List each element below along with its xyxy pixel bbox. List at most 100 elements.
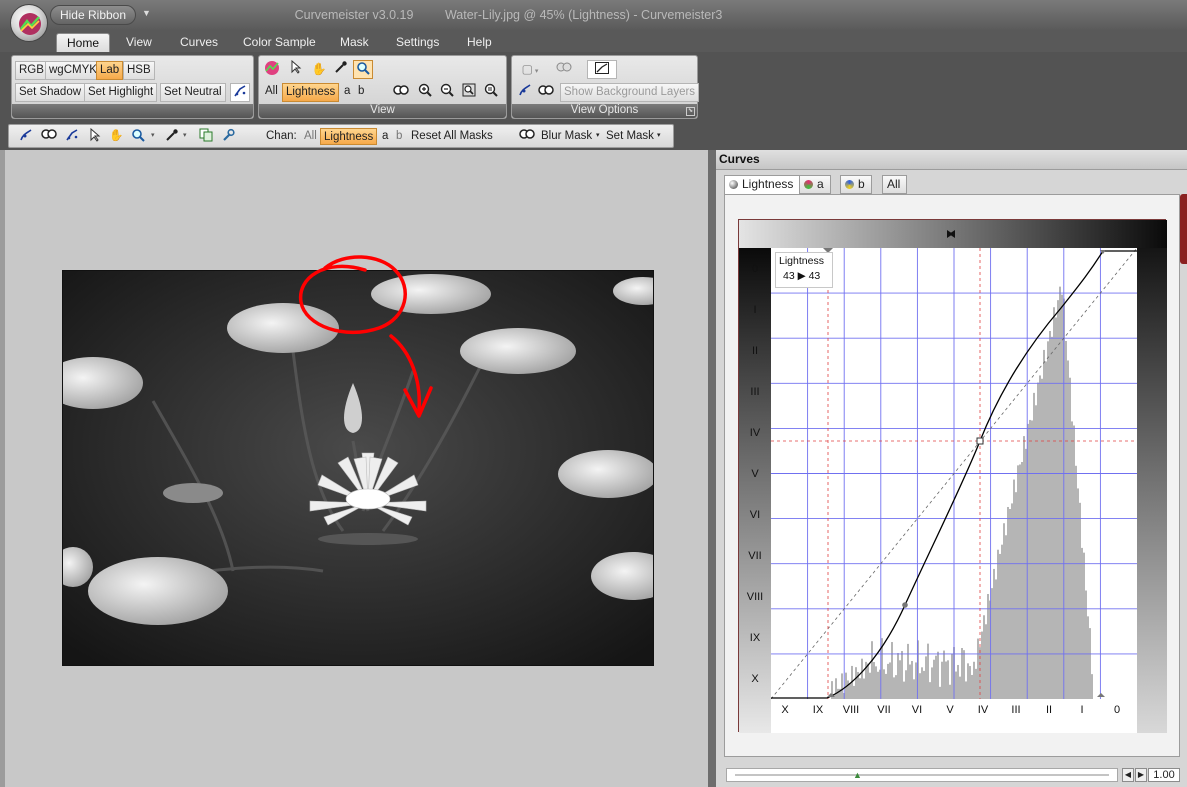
x-axis-label: III [1011, 704, 1021, 716]
wrench-icon[interactable] [221, 128, 235, 145]
zoom-in-icon[interactable] [415, 83, 435, 102]
histogram-bar [1067, 360, 1069, 699]
view-channel-b[interactable]: b [355, 83, 367, 102]
histogram-bar [871, 641, 873, 699]
chan-all[interactable]: All [304, 128, 317, 145]
tab-mask[interactable]: Mask [330, 33, 379, 52]
set-highlight-button[interactable]: Set Highlight [84, 83, 158, 102]
blur-mask-icon[interactable] [519, 128, 535, 145]
histogram-bar [987, 594, 989, 699]
mask-tool-icon[interactable] [41, 128, 57, 145]
histogram-view-icon[interactable] [587, 60, 617, 79]
view-channel-a[interactable]: a [341, 83, 353, 102]
eyedropper-dropdown-icon[interactable]: ▾ [183, 128, 187, 145]
zoom-fit-icon[interactable] [459, 83, 479, 102]
ribbon-tab-bar: Home View Curves Color Sample Mask Setti… [0, 30, 1187, 52]
slider-right-arrow-icon[interactable]: ▶ [1135, 768, 1147, 782]
pointer-tool-icon[interactable] [89, 127, 101, 145]
arrow-pointer-icon[interactable] [286, 59, 306, 79]
tab-home[interactable]: Home [56, 33, 111, 52]
lab-button[interactable]: Lab [96, 61, 124, 80]
set-shadow-button[interactable]: Set Shadow [15, 83, 86, 102]
curve-editor-frame[interactable]: Lightness 43 ▶ 43 0 I II III IV V VI VII… [738, 219, 1167, 733]
histogram-bar [963, 650, 965, 699]
curves-tab-lightness[interactable]: Lightness [724, 175, 801, 195]
hand-tool-icon[interactable]: ✋ [309, 60, 329, 79]
color-space-group: RGB wgCMYK Lab HSB Set Shadow Set Highli… [11, 55, 254, 119]
copy-icon[interactable] [199, 128, 213, 145]
zoom-slider[interactable]: ▲ [726, 768, 1118, 782]
histogram-bar [981, 631, 983, 699]
magnifier-icon[interactable] [353, 60, 373, 79]
histogram-bar [907, 643, 909, 699]
curves-tab-all[interactable]: All [882, 175, 908, 194]
histogram-bar [1021, 462, 1023, 699]
chan-lightness[interactable]: Lightness [320, 128, 378, 145]
histogram-bar [983, 615, 985, 699]
histogram-bar [979, 647, 981, 699]
rgb-button[interactable]: RGB [15, 61, 48, 80]
histogram-bar [921, 667, 923, 699]
histogram-bar [1039, 375, 1041, 699]
pane-splitter[interactable] [708, 150, 716, 787]
curves-panel: Curves Lightness a b All Lightness 43 ▶ … [716, 150, 1187, 787]
set-mask-dropdown-icon[interactable]: ▾ [657, 128, 661, 145]
tab-view[interactable]: View [116, 33, 162, 52]
blur-mask-button[interactable]: Blur Mask [541, 128, 592, 145]
blur-mask-dropdown-icon[interactable]: ▾ [596, 128, 600, 145]
curve-tool-icon[interactable] [515, 83, 535, 102]
view-channel-lightness[interactable]: Lightness [282, 83, 340, 102]
highlight-marker-handle[interactable] [1097, 693, 1105, 697]
auto-curve-icon[interactable] [230, 83, 250, 102]
app-menu-orb-icon[interactable] [10, 4, 48, 42]
auto-points-icon[interactable] [65, 128, 79, 145]
show-background-layers-button[interactable]: Show Background Layers [560, 83, 700, 102]
zoom-slider-row: ▲ ◀ ▶ 1.00 [724, 766, 1180, 784]
wgcmyk-button[interactable]: wgCMYK [45, 61, 101, 80]
tab-curves[interactable]: Curves [170, 33, 228, 52]
curves-tab-a[interactable]: a [799, 175, 831, 194]
chan-b[interactable]: b [396, 128, 402, 145]
curves-tab-a-label: a [817, 177, 824, 191]
zoom-tool-icon[interactable] [131, 128, 145, 145]
curve-point-tool-icon[interactable] [19, 128, 33, 145]
hsb-button[interactable]: HSB [123, 61, 155, 80]
zoom-value[interactable]: 1.00 [1148, 768, 1180, 782]
dialog-launcher-icon[interactable]: ⬊ [686, 107, 695, 116]
slider-left-arrow-icon[interactable]: ◀ [1122, 768, 1134, 782]
curves-tab-b[interactable]: b [840, 175, 872, 194]
zoom-dropdown-icon[interactable]: ▾ [151, 128, 155, 145]
tab-color-sample[interactable]: Color Sample [233, 33, 326, 52]
chan-a[interactable]: a [382, 128, 388, 145]
mask-view-icon[interactable] [391, 83, 411, 102]
curve-point[interactable] [902, 602, 908, 608]
view-channel-all[interactable]: All [262, 83, 281, 102]
curve-point-selected[interactable] [976, 437, 984, 445]
color-wheel-icon[interactable] [262, 60, 282, 79]
eyedropper-icon[interactable] [331, 60, 351, 79]
x-axis-label: V [946, 704, 954, 716]
curve-plot[interactable]: Lightness 43 ▶ 43 [770, 247, 1138, 700]
overlay-mask-icon[interactable] [549, 60, 579, 79]
histogram-bar [847, 680, 849, 699]
zoom-slider-thumb-icon[interactable]: ▲ [853, 770, 862, 780]
set-neutral-button[interactable]: Set Neutral [160, 83, 226, 102]
histogram-bar [931, 667, 933, 699]
a-channel-icon [804, 180, 813, 189]
image-canvas-pane[interactable] [5, 150, 708, 787]
set-mask-button[interactable]: Set Mask [606, 128, 654, 145]
mask-icon[interactable] [536, 83, 556, 102]
toolbar: ✋ ▾ ▾ Chan: All Lightness a b Reset All … [0, 121, 1187, 150]
tab-help[interactable]: Help [457, 33, 502, 52]
reset-all-masks-button[interactable]: Reset All Masks [411, 128, 493, 145]
eyedropper-tool-icon[interactable] [165, 128, 179, 145]
histogram-bar [969, 666, 971, 699]
tab-settings[interactable]: Settings [386, 33, 449, 52]
hand-icon[interactable]: ✋ [109, 128, 123, 145]
zoom-actual-icon[interactable] [481, 83, 501, 102]
zoom-out-icon[interactable] [437, 83, 457, 102]
histogram-bar [1029, 419, 1031, 699]
curve-plot-canvas[interactable] [770, 247, 1138, 700]
y-axis-label: VII [748, 550, 762, 562]
display-mode-icon[interactable]: ▢ ▾ [515, 60, 545, 79]
